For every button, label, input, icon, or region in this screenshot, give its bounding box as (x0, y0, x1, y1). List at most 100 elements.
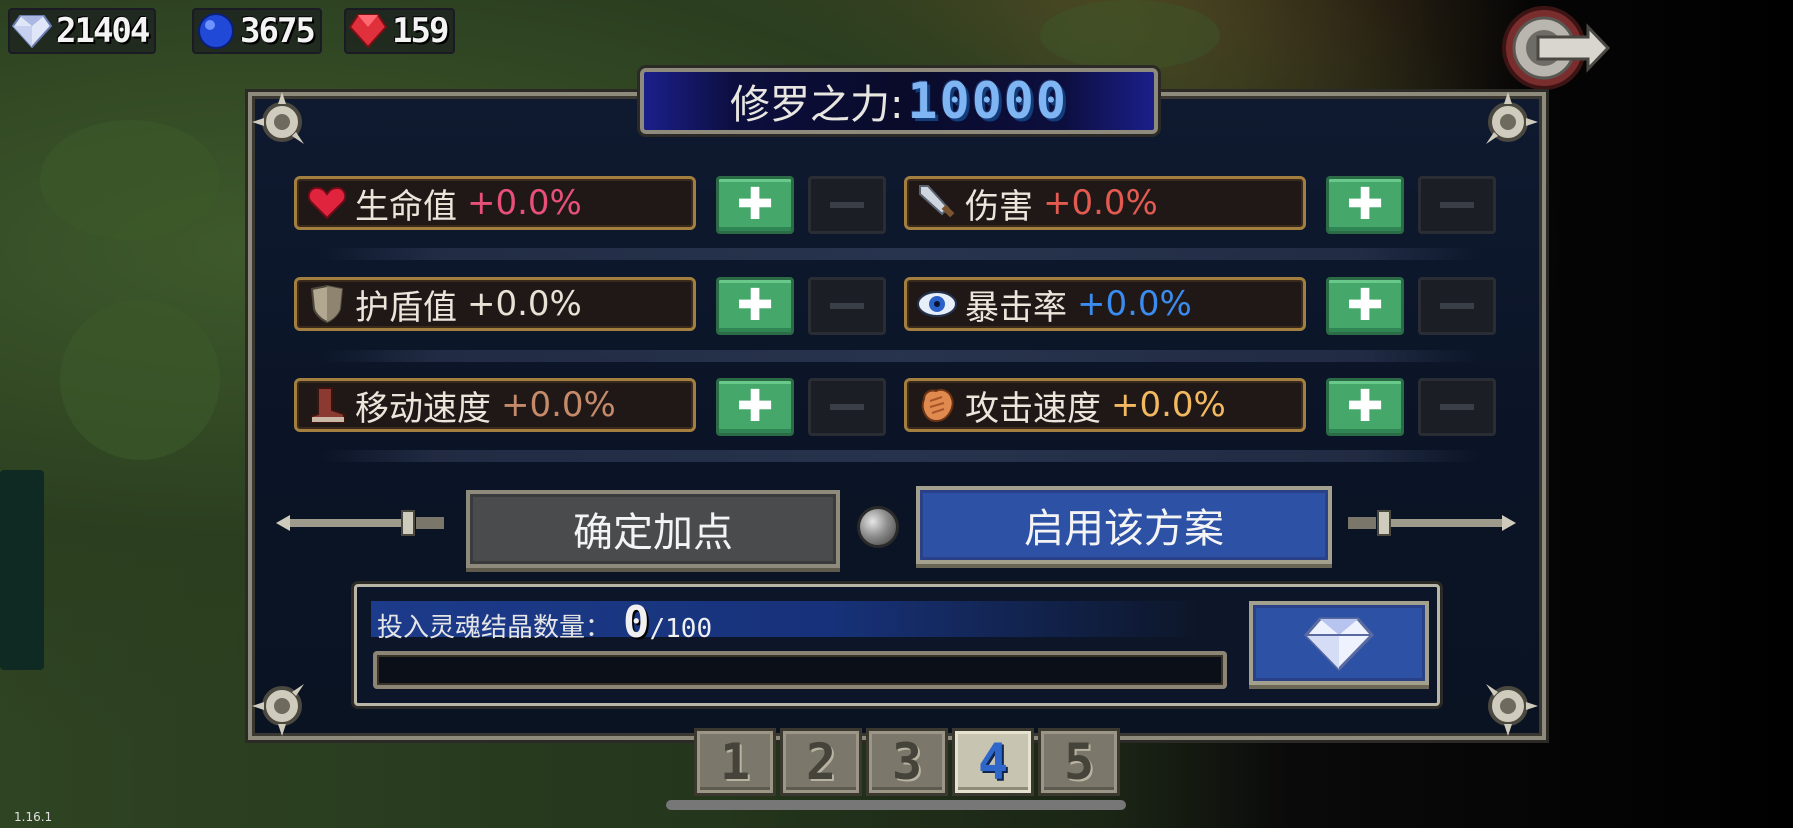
tab-plan-4[interactable]: 4 (952, 728, 1034, 796)
health-minus-button[interactable] (808, 176, 886, 234)
stat-name: 护盾值 (355, 287, 457, 328)
power-value: 10000 (907, 72, 1068, 130)
damage-minus-button[interactable] (1418, 176, 1496, 234)
tab-label: 3 (891, 733, 923, 791)
world-object (0, 470, 44, 670)
enable-plan-label: 启用该方案 (1024, 506, 1224, 552)
corner-ornament (1486, 92, 1538, 144)
stat-value: +0.0% (1077, 284, 1192, 324)
sword-icon (915, 181, 959, 225)
ruby-icon (346, 10, 390, 52)
crit-rate-minus-button[interactable] (1418, 277, 1496, 335)
crystal-count: 0/100 (623, 597, 712, 648)
tab-plan-1[interactable]: 1 (694, 728, 776, 796)
soul-crystal-input-area: 投入灵魂结晶数量： 0/100 (354, 584, 1440, 706)
power-label: 修罗之力: (730, 82, 904, 128)
stat-damage: 伤害 +0.0% (904, 176, 1306, 230)
invest-crystal-button[interactable] (1249, 601, 1429, 685)
row-divider (320, 350, 1480, 362)
crystal-max: /100 (649, 614, 713, 644)
stat-name: 攻击速度 (965, 388, 1101, 429)
plus-icon: ✚ (736, 179, 774, 230)
version-label: 1.16.1 (14, 810, 53, 824)
boot-icon (305, 383, 349, 427)
minus-icon (1440, 404, 1474, 410)
left-sword-ornament (276, 510, 444, 536)
row-divider (320, 248, 1480, 260)
bush-decoration (40, 120, 220, 240)
stat-health: 生命值 +0.0% (294, 176, 696, 230)
plus-icon: ✚ (1346, 280, 1384, 331)
tab-plan-2[interactable]: 2 (780, 728, 862, 796)
attack-speed-plus-button[interactable]: ✚ (1326, 378, 1404, 436)
move-speed-plus-button[interactable]: ✚ (716, 378, 794, 436)
eye-icon (915, 282, 959, 326)
bush-decoration (1040, 0, 1220, 70)
plus-icon: ✚ (1346, 381, 1384, 432)
divider-orb (857, 506, 899, 548)
stat-value: +0.0% (1111, 385, 1226, 425)
crystal-gem-icon (1304, 617, 1374, 671)
bush-decoration (60, 300, 220, 460)
tab-plan-3[interactable]: 3 (866, 728, 948, 796)
minus-icon (1440, 202, 1474, 208)
enable-plan-button[interactable]: 启用该方案 (916, 486, 1332, 564)
minus-icon (830, 303, 864, 309)
sapphire-count: 3675 (240, 11, 316, 51)
stat-name: 暴击率 (965, 287, 1067, 328)
right-sword-ornament (1348, 510, 1516, 536)
plan-tabs: 1 2 3 4 5 (694, 728, 1120, 796)
stat-value: +0.0% (501, 385, 616, 425)
diamond-counter: 21404 (8, 8, 157, 54)
stat-value: +0.0% (467, 183, 582, 223)
stat-name: 生命值 (355, 186, 457, 227)
tab-label: 4 (977, 733, 1009, 791)
crystal-input-label: 投入灵魂结晶数量： (377, 613, 612, 643)
minus-icon (830, 404, 864, 410)
shield-icon (305, 282, 349, 326)
row-divider (320, 450, 1480, 462)
diamond-count: 21404 (56, 11, 150, 51)
confirm-points-button[interactable]: 确定加点 (466, 490, 840, 568)
diamond-icon (10, 10, 54, 52)
exit-button[interactable] (1496, 2, 1611, 94)
crystal-current: 0 (623, 597, 650, 648)
sapphire-counter: 3675 (192, 8, 322, 54)
stat-crit-rate: 暴击率 +0.0% (904, 277, 1306, 331)
ruby-counter: 159 (344, 8, 456, 54)
tab-label: 2 (805, 733, 837, 791)
stat-shield: 护盾值 +0.0% (294, 277, 696, 331)
tab-label: 1 (719, 733, 751, 791)
fist-icon (915, 383, 959, 427)
stat-move-speed: 移动速度 +0.0% (294, 378, 696, 432)
sapphire-icon (194, 10, 238, 52)
plus-icon: ✚ (1346, 179, 1384, 230)
plus-icon: ✚ (736, 381, 774, 432)
crit-rate-plus-button[interactable]: ✚ (1326, 277, 1404, 335)
confirm-points-label: 确定加点 (573, 510, 733, 556)
damage-plus-button[interactable]: ✚ (1326, 176, 1404, 234)
minus-icon (1440, 303, 1474, 309)
shield-plus-button[interactable]: ✚ (716, 277, 794, 335)
power-title-bar: 修罗之力: 10000 (640, 68, 1158, 134)
plus-icon: ✚ (736, 280, 774, 331)
ruby-count: 159 (392, 11, 449, 51)
minus-icon (830, 202, 864, 208)
home-indicator[interactable] (666, 800, 1126, 810)
stat-name: 伤害 (965, 186, 1033, 227)
health-plus-button[interactable]: ✚ (716, 176, 794, 234)
corner-ornament (252, 684, 304, 736)
attack-speed-minus-button[interactable] (1418, 378, 1496, 436)
heart-icon (305, 181, 349, 225)
corner-ornament (252, 92, 304, 144)
crystal-progress-slider[interactable] (373, 651, 1227, 689)
tab-plan-5[interactable]: 5 (1038, 728, 1120, 796)
move-speed-minus-button[interactable] (808, 378, 886, 436)
stat-value: +0.0% (1043, 183, 1158, 223)
tab-label: 5 (1063, 733, 1095, 791)
corner-ornament (1486, 684, 1538, 736)
stat-value: +0.0% (467, 284, 582, 324)
shield-minus-button[interactable] (808, 277, 886, 335)
stat-attack-speed: 攻击速度 +0.0% (904, 378, 1306, 432)
return-arrow-icon (1501, 6, 1610, 90)
